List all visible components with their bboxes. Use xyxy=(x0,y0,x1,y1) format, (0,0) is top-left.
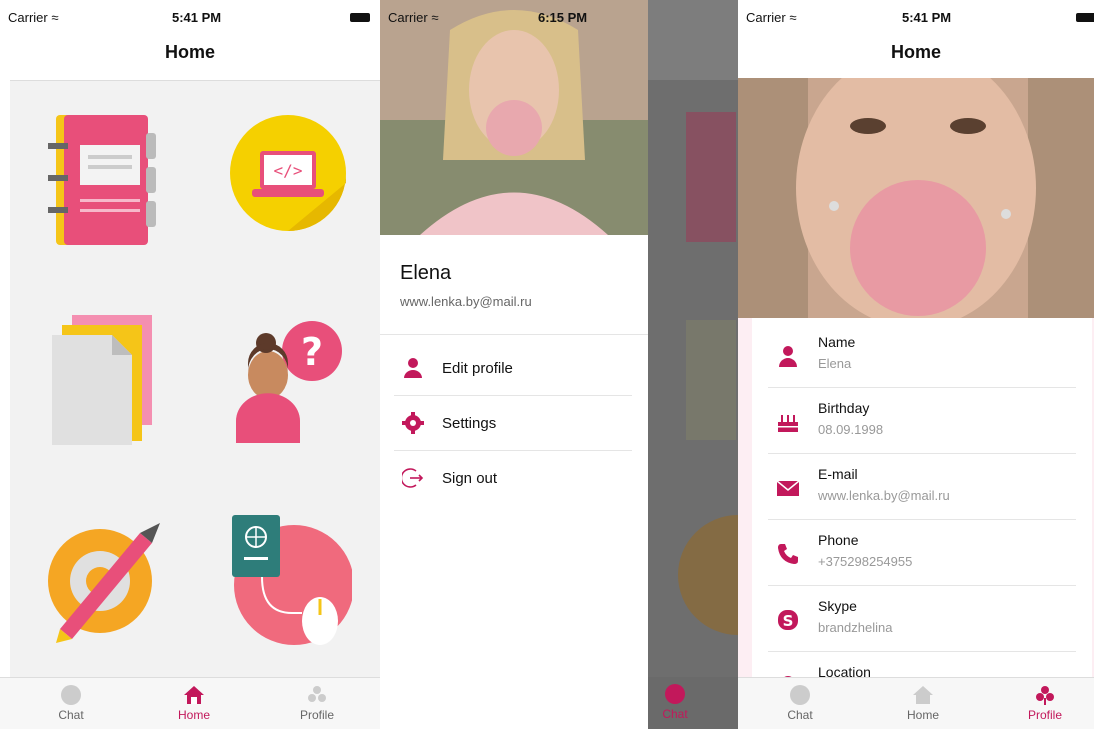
chat-icon xyxy=(61,685,81,705)
tab-chat-label: Chat xyxy=(787,708,813,722)
carrier-label: Carrier ≈ xyxy=(388,10,439,25)
profile-photo xyxy=(738,78,1094,318)
documents-icon[interactable] xyxy=(50,313,155,448)
home-icon xyxy=(913,686,933,704)
svg-text:?: ? xyxy=(301,330,323,374)
drawer-user-name: Elena xyxy=(400,262,452,284)
passport-mouse-icon[interactable] xyxy=(222,513,352,648)
field-phone: Phone +375298254955 xyxy=(768,520,1076,586)
field-skype-value: brandzhelina xyxy=(818,620,893,635)
divider xyxy=(380,334,648,335)
notebook-icon[interactable] xyxy=(48,113,158,248)
svg-text:</>: </> xyxy=(274,161,303,180)
tab-bar: Chat Home Profile xyxy=(0,677,380,729)
side-drawer: Carrier ≈ 6:15 PM Elena www.lenka.by@mai… xyxy=(380,0,648,729)
tab-chat-label: Chat xyxy=(58,708,84,722)
sign-out-icon xyxy=(402,468,424,488)
tab-chat-dimmed: Chat xyxy=(640,683,710,721)
field-birthday-value: 08.09.1998 xyxy=(818,422,884,437)
page-title: Home xyxy=(164,42,215,62)
field-name: Name Elena xyxy=(768,322,1076,388)
drawer-overlay[interactable]: Chat xyxy=(648,0,738,729)
tab-chat[interactable]: Chat xyxy=(765,684,835,722)
mail-icon xyxy=(776,480,800,496)
phone-icon xyxy=(778,544,798,564)
field-email: E-mail www.lenka.by@mail.ru xyxy=(768,454,1076,520)
code-laptop-icon[interactable]: </> xyxy=(228,113,348,233)
status-time: 5:41 PM xyxy=(172,10,222,25)
field-name-label: Name xyxy=(818,334,856,350)
status-bar: Carrier ≈ 5:41 PM xyxy=(0,0,380,34)
field-name-value: Elena xyxy=(818,356,852,371)
profile-screen: Carrier ≈ 5:41 PM Home Name Elena Birthd… xyxy=(738,0,1094,729)
home-screen: Carrier ≈ 5:41 PM Home </> ? Chat Home P… xyxy=(0,0,380,729)
question-person-icon[interactable]: ? xyxy=(232,313,342,448)
cake-icon xyxy=(778,415,798,432)
skype-icon: S xyxy=(778,610,798,630)
field-birthday-label: Birthday xyxy=(818,400,870,416)
tab-home[interactable]: Home xyxy=(888,684,958,722)
status-time: 5:41 PM xyxy=(902,10,952,25)
battery-icon xyxy=(350,13,370,22)
tab-chat-label: Chat xyxy=(662,707,688,721)
home-grid: </> ? xyxy=(10,80,380,677)
tab-home[interactable]: Home xyxy=(159,684,229,722)
tab-profile-label: Profile xyxy=(299,708,334,722)
tab-profile-label: Profile xyxy=(1027,708,1062,722)
user-photo-image xyxy=(380,0,648,235)
field-location-label: Location xyxy=(818,664,871,677)
page-title: Home xyxy=(890,42,941,62)
menu-settings-label: Settings xyxy=(442,415,497,432)
field-phone-value: +375298254955 xyxy=(818,554,913,569)
status-time: 6:15 PM xyxy=(538,10,588,25)
home-icon xyxy=(184,686,204,704)
field-email-value: www.lenka.by@mail.ru xyxy=(818,488,950,503)
menu-edit-profile-label: Edit profile xyxy=(442,360,513,377)
wifi-icon: ≈ xyxy=(431,10,439,25)
carrier-label: Carrier ≈ xyxy=(8,10,59,25)
menu-edit-profile[interactable]: Edit profile xyxy=(394,341,632,396)
tab-profile[interactable]: Profile xyxy=(1010,684,1080,722)
profile-photo-image xyxy=(738,78,1094,318)
status-bar: Carrier ≈ 6:15 PM xyxy=(380,0,648,34)
field-skype: S Skype brandzhelina xyxy=(768,586,1076,652)
user-photo xyxy=(380,0,648,235)
tab-profile[interactable]: Profile xyxy=(282,684,352,722)
person-icon xyxy=(779,346,797,367)
field-email-label: E-mail xyxy=(818,466,858,482)
menu-settings[interactable]: Settings xyxy=(394,396,632,451)
chat-icon xyxy=(790,685,810,705)
pencil-gear-icon[interactable] xyxy=(40,513,165,648)
wifi-icon: ≈ xyxy=(51,10,59,25)
profile-icon xyxy=(308,686,326,702)
field-phone-label: Phone xyxy=(818,532,859,548)
profile-card: Name Elena Birthday 08.09.1998 E-mail ww… xyxy=(752,318,1092,677)
gear-icon xyxy=(402,412,424,434)
svg-text:S: S xyxy=(783,612,794,630)
tab-bar: Chat Home Profile xyxy=(738,677,1094,729)
field-birthday: Birthday 08.09.1998 xyxy=(768,388,1076,454)
field-skype-label: Skype xyxy=(818,598,857,614)
status-bar: Carrier ≈ 5:41 PM xyxy=(738,0,1094,34)
tab-home-label: Home xyxy=(177,708,210,722)
menu-sign-out-label: Sign out xyxy=(442,470,498,487)
tab-home-label: Home xyxy=(906,708,939,722)
drawer-user-email: www.lenka.by@mail.ru xyxy=(400,294,532,309)
field-location: Location xyxy=(768,652,1076,677)
carrier-label: Carrier ≈ xyxy=(746,10,797,25)
tab-chat[interactable]: Chat xyxy=(36,684,106,722)
profile-field-list: Name Elena Birthday 08.09.1998 E-mail ww… xyxy=(738,318,1094,677)
battery-icon xyxy=(1076,13,1094,22)
wifi-icon: ≈ xyxy=(789,10,797,25)
person-icon xyxy=(404,358,422,378)
menu-sign-out[interactable]: Sign out xyxy=(394,451,632,506)
chat-icon xyxy=(665,684,685,704)
drawer-screen: Chat Carrier ≈ 6:15 PM Elena www.lenka.b… xyxy=(380,0,738,729)
profile-icon xyxy=(1036,686,1054,705)
